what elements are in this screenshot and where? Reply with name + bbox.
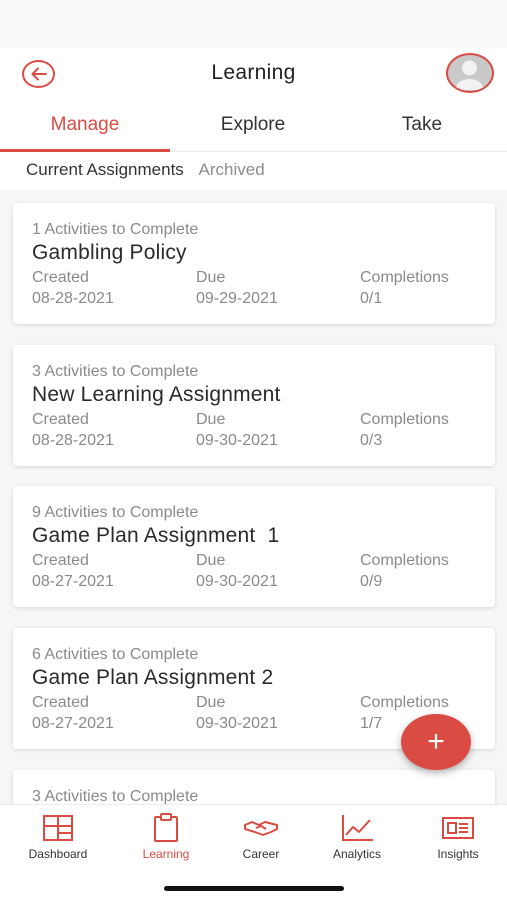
tab-explore[interactable]: Explore <box>188 114 318 136</box>
dashboard-icon <box>43 815 73 841</box>
due-label: Due <box>196 552 226 569</box>
created-date: 08-27-2021 <box>32 715 114 732</box>
due-label: Due <box>196 269 226 286</box>
due-date: 09-30-2021 <box>196 573 278 590</box>
clipboard-icon <box>154 813 178 842</box>
activities-count: 3 Activities to Complete <box>32 788 199 804</box>
completions-value: 0/3 <box>360 432 383 449</box>
assignment-title: Gambling Policy <box>32 241 187 264</box>
completions-label: Completions <box>360 694 449 711</box>
assignment-card[interactable]: 9 Activities to Complete Game Plan Assig… <box>13 486 495 607</box>
assignment-title: Game Plan Assignment 2 <box>32 666 274 689</box>
created-label: Created <box>32 552 89 569</box>
completions-label: Completions <box>360 269 449 286</box>
due-label: Due <box>196 411 226 428</box>
nav-item-learning[interactable]: Learning <box>121 813 211 861</box>
completions-value: 1/7 <box>360 715 383 732</box>
nav-label: Learning <box>142 847 190 861</box>
handshake-icon <box>244 821 278 836</box>
chart-icon <box>342 815 373 841</box>
header: Learning <box>0 48 507 100</box>
assignment-title: New Learning Assignment <box>32 383 281 406</box>
subtab-current-assignments[interactable]: Current Assignments <box>26 160 184 180</box>
completions-label: Completions <box>360 552 449 569</box>
nav-label: Insights <box>437 847 479 861</box>
due-label: Due <box>196 694 226 711</box>
tab-manage[interactable]: Manage <box>20 114 150 136</box>
activities-count: 6 Activities to Complete <box>32 646 199 663</box>
nav-item-career[interactable]: Career <box>216 813 306 861</box>
created-date: 08-27-2021 <box>32 573 114 590</box>
add-assignment-button[interactable]: + <box>401 714 471 770</box>
due-date: 09-30-2021 <box>196 432 278 449</box>
created-label: Created <box>32 694 89 711</box>
activities-count: 1 Activities to Complete <box>32 221 199 238</box>
user-icon <box>456 60 483 91</box>
newspaper-icon <box>442 817 474 839</box>
assignment-card[interactable]: 3 Activities to Complete New Learning As… <box>13 345 495 466</box>
nav-item-insights[interactable]: Insights <box>413 813 503 861</box>
activities-count: 3 Activities to Complete <box>32 363 199 380</box>
due-date: 09-29-2021 <box>196 290 278 307</box>
subtab-archived[interactable]: Archived <box>199 160 265 180</box>
assignment-title: Game Plan Assignment 1 <box>32 524 280 547</box>
main-tabs: Manage Explore Take <box>0 108 507 152</box>
assignment-card[interactable]: 1 Activities to Complete Gambling Policy… <box>13 203 495 324</box>
nav-item-analytics[interactable]: Analytics <box>312 813 402 861</box>
status-bar <box>0 0 507 48</box>
created-label: Created <box>32 269 89 286</box>
completions-label: Completions <box>360 411 449 428</box>
nav-label: Analytics <box>332 847 382 861</box>
nav-label: Career <box>242 847 280 861</box>
assignment-list[interactable]: 1 Activities to Complete Gambling Policy… <box>0 190 507 804</box>
due-date: 09-30-2021 <box>196 715 278 732</box>
assignment-card[interactable]: 3 Activities to Complete <box>13 770 495 804</box>
created-date: 08-28-2021 <box>32 432 114 449</box>
home-indicator[interactable] <box>164 886 344 891</box>
completions-value: 0/9 <box>360 573 383 590</box>
avatar[interactable] <box>446 53 494 93</box>
tab-take[interactable]: Take <box>357 114 487 136</box>
activities-count: 9 Activities to Complete <box>32 504 199 521</box>
nav-label: Dashboard <box>28 847 88 861</box>
bottom-nav: Dashboard Learning Career Analytics Insi… <box>0 804 507 866</box>
assignment-filter: Current Assignments Archived <box>26 160 275 186</box>
active-tab-indicator <box>0 149 170 152</box>
created-label: Created <box>32 411 89 428</box>
created-date: 08-28-2021 <box>32 290 114 307</box>
nav-item-dashboard[interactable]: Dashboard <box>13 813 103 861</box>
page-title: Learning <box>211 61 296 84</box>
completions-value: 0/1 <box>360 290 383 307</box>
